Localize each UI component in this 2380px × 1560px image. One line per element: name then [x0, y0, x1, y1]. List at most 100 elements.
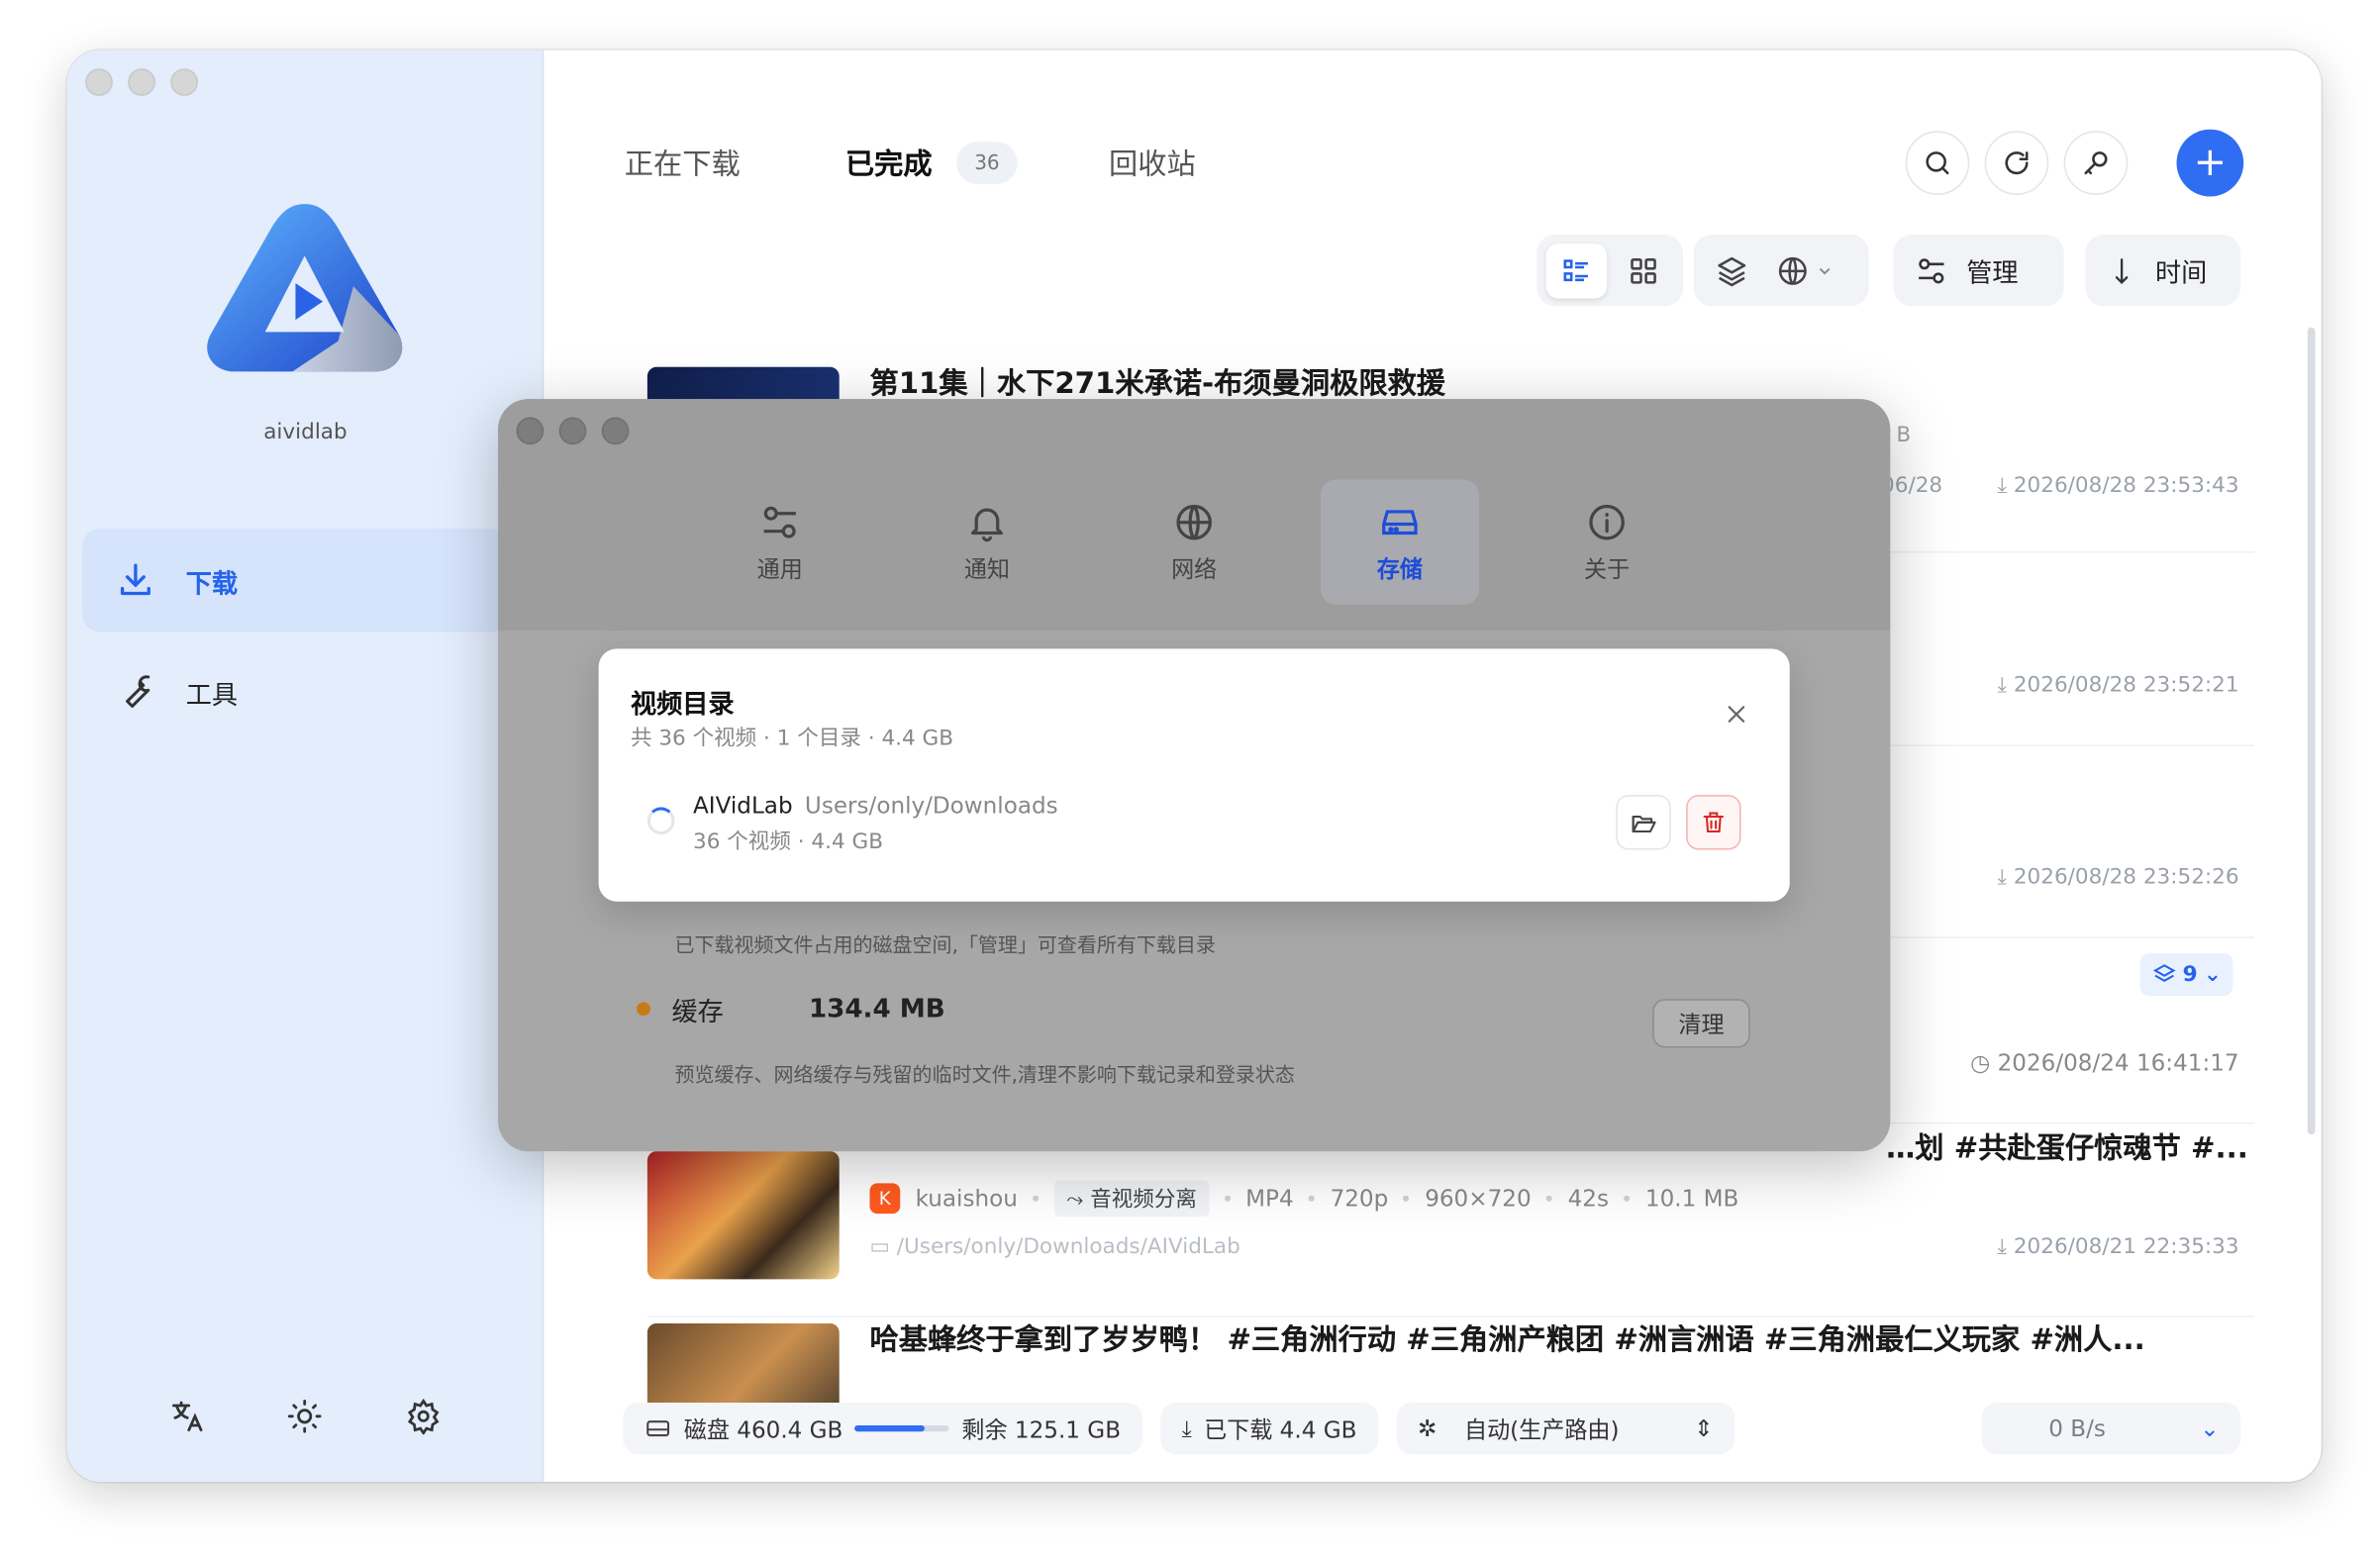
downloaded-total: ⤓ 已下载 4.4 GB — [1160, 1402, 1378, 1455]
tab-notifications[interactable]: 通知 — [908, 480, 1066, 605]
sidebar-footer — [67, 1397, 545, 1436]
stack-count-badge[interactable]: 9 ⌄ — [2139, 953, 2234, 997]
list-item[interactable]: …划 #共赴蛋仔惊魂节 #... K kuaishou ⤳ 音视频分离 MP4 … — [646, 1125, 2254, 1317]
tab-general[interactable]: 通用 — [701, 480, 859, 605]
item-format: MP4 — [1245, 1184, 1294, 1213]
minimize-window-button[interactable] — [128, 68, 155, 96]
loading-spinner-icon — [646, 807, 675, 835]
bug-icon: ✲ — [1417, 1414, 1438, 1442]
refresh-icon — [2005, 151, 2029, 175]
directory-name: AIVidLab Users/only/Downloads — [693, 792, 1058, 820]
layers-icon — [2152, 964, 2176, 982]
item-quality: 720p — [1330, 1184, 1389, 1213]
minimize-window-button[interactable] — [558, 417, 587, 445]
item-path[interactable]: ▭ /Users/only/Downloads/AIVidLab — [869, 1235, 1240, 1260]
download-icon: ⤓ — [1997, 473, 2014, 499]
list-item[interactable]: 哈基蜂终于拿到了岁岁鸭！ #三角洲行动 #三角洲产粮团 #洲言洲语 #三角洲最仁… — [646, 1317, 2254, 1482]
item-date: ⤓ 2026/08/21 22:35:33 — [1997, 1234, 2239, 1260]
globe-icon — [1778, 256, 1807, 285]
delete-directory-button[interactable] — [1686, 795, 1741, 850]
tab-recycle-bin[interactable]: 回收站 — [1109, 142, 1196, 183]
item-partial-size: B — [1896, 423, 1912, 448]
tab-storage[interactable]: 存储 — [1320, 479, 1479, 605]
item-title: 哈基蜂终于拿到了岁岁鸭！ #三角洲行动 #三角洲产粮团 #洲言洲语 #三角洲最仁… — [869, 1322, 2145, 1357]
search-icon — [1926, 151, 1949, 175]
open-folder-button[interactable] — [1616, 795, 1671, 850]
sliders-icon — [763, 505, 796, 537]
clear-cache-button[interactable]: 清理 — [1652, 999, 1750, 1048]
download-icon: ⤓ — [1997, 864, 2014, 890]
grid-view-button[interactable] — [1613, 243, 1674, 297]
drive-icon — [1382, 509, 1418, 535]
list-icon — [1563, 258, 1588, 281]
video-thumbnail — [646, 1151, 840, 1280]
globe-icon — [1176, 504, 1212, 539]
cache-size: 134.4 MB — [808, 993, 945, 1024]
status-bar: 磁盘 460.4 GB 剩余 125.1 GB ⤓ 已下载 4.4 GB ✲ 自… — [623, 1402, 1735, 1455]
folder-open-icon — [1632, 815, 1656, 833]
scrollbar[interactable] — [2307, 327, 2316, 1135]
directory-info: 36 个视频 · 4.4 GB — [693, 829, 884, 855]
chevron-down-icon — [1819, 267, 1831, 274]
sliders-icon — [1919, 257, 1944, 283]
key-icon — [2084, 151, 2108, 175]
tab-network[interactable]: 网络 — [1115, 480, 1273, 605]
kuaishou-icon: K — [869, 1183, 901, 1215]
tab-about[interactable]: 关于 — [1528, 480, 1686, 605]
sidebar: aividlab 下载 工具 — [66, 49, 545, 1482]
close-button[interactable] — [1720, 698, 1753, 731]
sidebar-item-download[interactable]: 下载 — [82, 528, 509, 633]
close-icon — [1728, 706, 1745, 723]
download-icon — [120, 563, 150, 596]
drive-icon — [646, 1420, 670, 1437]
grid-icon — [1631, 257, 1656, 283]
refresh-button[interactable] — [1984, 131, 2049, 195]
route-select[interactable]: ✲ 自动(生产路由) ⇕ — [1396, 1402, 1735, 1455]
speed-indicator[interactable]: 0 B/s ⌄ — [1981, 1402, 2241, 1455]
close-window-button[interactable] — [516, 417, 545, 445]
bell-icon — [970, 507, 1003, 541]
sidebar-item-label: 下载 — [185, 568, 239, 600]
info-icon — [1589, 504, 1625, 539]
cache-row: 缓存 134.4 MB — [637, 990, 945, 1027]
list-view-button[interactable] — [1545, 243, 1608, 298]
search-button[interactable] — [1905, 131, 1970, 195]
zoom-window-button[interactable] — [170, 68, 199, 96]
manage-button[interactable]: 管理 — [1893, 234, 2064, 307]
video-directory-dialog: 视频目录 共 36 个视频 · 1 个目录 · 4.4 GB AIVidLab U… — [598, 648, 1790, 902]
window-controls[interactable] — [85, 68, 199, 96]
disk-progress-bar — [854, 1425, 950, 1432]
translate-icon[interactable] — [167, 1397, 207, 1436]
item-resolution: 960×720 — [1425, 1184, 1532, 1213]
zoom-window-button[interactable] — [601, 417, 630, 445]
settings-icon[interactable] — [404, 1397, 444, 1436]
cache-description: 预览缓存、网络缓存与残留的临时文件,清理不影响下载记录和登录状态 — [674, 1064, 1295, 1088]
tab-downloading[interactable]: 正在下载 — [625, 142, 741, 183]
close-window-button[interactable] — [85, 68, 113, 96]
key-button[interactable] — [2063, 131, 2129, 195]
download-icon: ⤓ — [1997, 673, 2014, 698]
tab-completed[interactable]: 已完成 — [845, 142, 933, 183]
item-title: 第11集｜水下271米承诺-布须曼洞极限救援 — [869, 366, 1446, 401]
dialog-subtitle: 共 36 个视频 · 1 个目录 · 4.4 GB — [630, 726, 954, 751]
item-date: ⤓ 2026/08/28 23:53:43 — [1997, 473, 2239, 499]
download-icon: ⤓ — [1997, 1234, 2014, 1260]
page: aividlab 下载 工具 正在下载 已完成 36 回收站 + 管理 时间 第… — [0, 0, 2380, 1560]
sun-icon[interactable] — [285, 1397, 325, 1436]
view-toggle — [1537, 234, 1684, 307]
add-download-button[interactable]: + — [2176, 129, 2244, 197]
layers-icon[interactable] — [1715, 253, 1748, 287]
clock-icon: ◷ — [1970, 1049, 1998, 1077]
sort-button[interactable]: 时间 — [2085, 234, 2241, 307]
folder-icon: ▭ — [869, 1234, 897, 1260]
trash-icon — [1703, 812, 1725, 833]
disk-usage: 磁盘 460.4 GB 剩余 125.1 GB — [623, 1402, 1142, 1455]
item-size: 10.1 MB — [1644, 1184, 1739, 1213]
settings-window-controls[interactable] — [516, 417, 630, 445]
app-logo — [207, 204, 403, 372]
network-filter[interactable] — [1776, 253, 1834, 287]
item-date: ⤓ 2026/08/28 23:52:26 — [1997, 864, 2239, 890]
sidebar-item-tools[interactable]: 工具 — [82, 639, 509, 743]
sidebar-item-label: 工具 — [185, 679, 239, 711]
item-tag: ⤳ 音视频分离 — [1053, 1180, 1210, 1218]
